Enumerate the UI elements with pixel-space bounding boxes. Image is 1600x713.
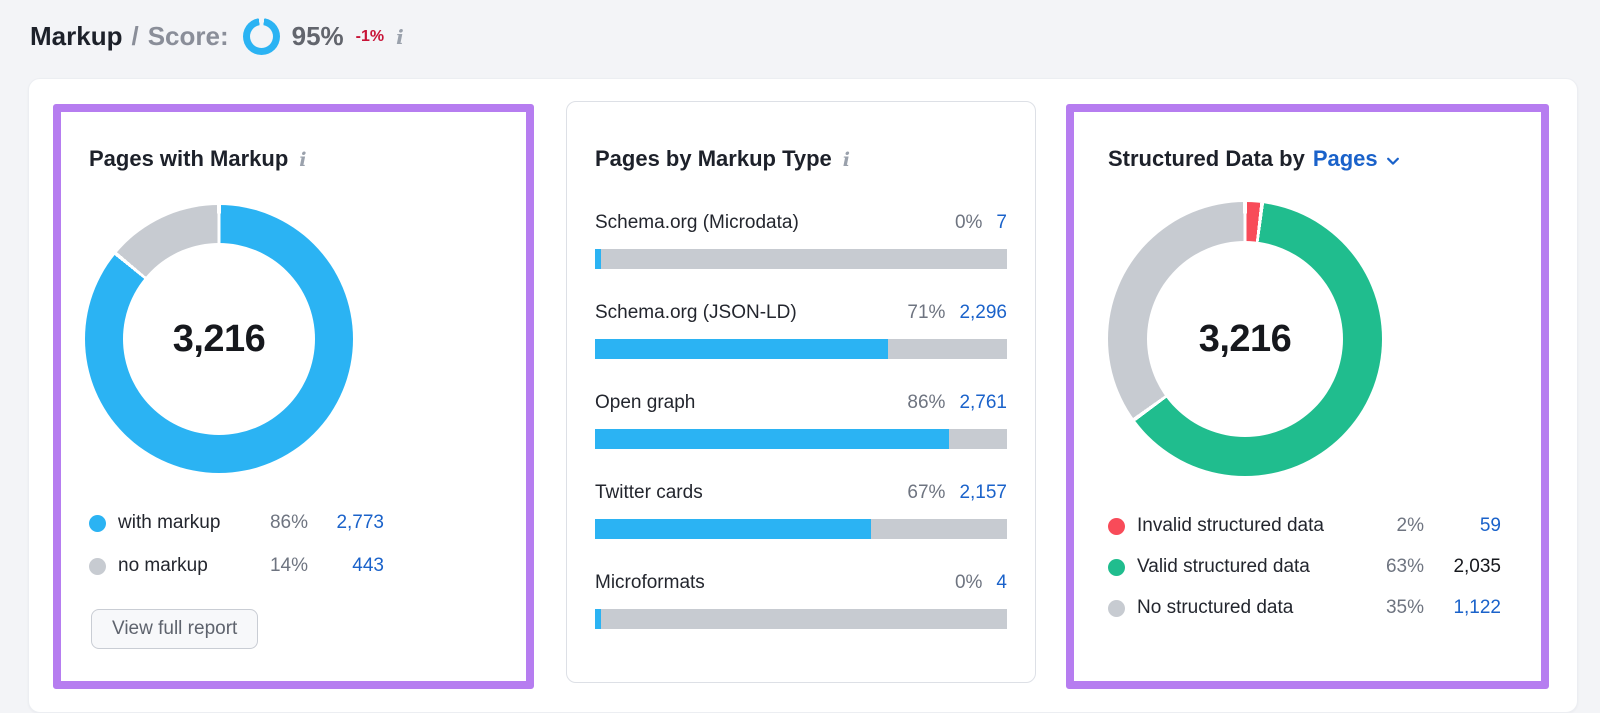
row-percent: 71% (907, 300, 945, 326)
score-value: 95% (292, 21, 344, 52)
legend-percent: 86% (262, 512, 308, 534)
card-title: Structured Data by (1108, 146, 1305, 172)
info-icon[interactable]: i (299, 151, 306, 170)
score-ring-icon (243, 18, 280, 55)
legend-value-link[interactable]: 59 (1424, 515, 1501, 537)
legend-percent: 63% (1368, 556, 1424, 578)
legend: with markup 86% 2,773 no markup 14% 443 (89, 510, 384, 596)
legend-item-invalid: Invalid structured data 2% 59 (1108, 513, 1501, 539)
legend-dot-blue (89, 515, 106, 532)
card-title: Pages by Markup Type (595, 146, 832, 172)
bar-fill (595, 429, 949, 449)
structured-data-donut-chart: 3,216 (1108, 202, 1382, 476)
legend-value-link[interactable]: 443 (308, 555, 384, 577)
legend-percent: 2% (1368, 515, 1424, 537)
markup-type-row-microdata: Schema.org (Microdata) 0% 7 (595, 210, 1007, 269)
row-label: Twitter cards (595, 480, 907, 506)
row-label: Schema.org (Microdata) (595, 210, 955, 236)
bar-fill (595, 519, 871, 539)
row-label: Schema.org (JSON-LD) (595, 300, 907, 326)
legend-label: Invalid structured data (1137, 515, 1368, 537)
total-pages-count: 3,216 (1108, 202, 1382, 476)
legend-label: Valid structured data (1137, 556, 1368, 578)
info-icon[interactable]: i (396, 27, 404, 47)
legend-value-link[interactable]: 1,122 (1424, 597, 1501, 619)
dropdown-selected-value[interactable]: Pages (1313, 146, 1378, 172)
report-panel: Pages with Markup i 3,216 with markup 86… (28, 78, 1578, 713)
info-icon[interactable]: i (843, 151, 850, 170)
legend-item-none: No structured data 35% 1,122 (1108, 595, 1501, 621)
chevron-down-icon (1385, 153, 1401, 169)
row-value-link[interactable]: 4 (996, 570, 1007, 596)
breadcrumb-separator: / (131, 21, 138, 52)
row-percent: 0% (955, 210, 982, 236)
legend-dot-gray (89, 558, 106, 575)
row-percent: 0% (955, 570, 982, 596)
markup-type-row-microformats: Microformats 0% 4 (595, 570, 1007, 629)
markup-type-rows: Schema.org (Microdata) 0% 7 Schema.org (… (595, 210, 1007, 629)
card-pages-by-markup-type: Pages by Markup Type i Schema.org (Micro… (566, 101, 1036, 683)
row-value-link[interactable]: 7 (996, 210, 1007, 236)
markup-type-row-twittercards: Twitter cards 67% 2,157 (595, 480, 1007, 539)
pages-dropdown[interactable]: Pages (1313, 146, 1401, 172)
legend-percent: 35% (1368, 597, 1424, 619)
legend-item-valid: Valid structured data 63% 2,035 (1108, 554, 1501, 580)
bar-track (595, 519, 1007, 539)
legend-item-with-markup: with markup 86% 2,773 (89, 510, 384, 536)
bar-track (595, 339, 1007, 359)
markup-type-row-opengraph: Open graph 86% 2,761 (595, 390, 1007, 449)
view-full-report-button[interactable]: View full report (91, 609, 258, 649)
legend-dot-red (1108, 518, 1125, 535)
legend-percent: 14% (262, 555, 308, 577)
bar-track (595, 429, 1007, 449)
row-percent: 86% (907, 390, 945, 416)
legend: Invalid structured data 2% 59 Valid stru… (1108, 513, 1501, 636)
legend-dot-green (1108, 559, 1125, 576)
total-pages-count: 3,216 (85, 205, 353, 473)
legend-label: with markup (118, 512, 262, 534)
legend-label: no markup (118, 555, 262, 577)
legend-label: No structured data (1137, 597, 1368, 619)
row-value-link[interactable]: 2,157 (959, 480, 1007, 506)
page-header: Markup / Score: 95% -1% i (30, 14, 404, 58)
bar-fill (595, 249, 601, 269)
legend-dot-gray (1108, 600, 1125, 617)
page-title: Markup (30, 21, 122, 52)
score-delta: -1% (356, 28, 384, 46)
legend-item-no-markup: no markup 14% 443 (89, 553, 384, 579)
pages-with-markup-donut-chart: 3,216 (85, 205, 353, 473)
bar-track (595, 609, 1007, 629)
score-label: Score: (148, 21, 229, 52)
card-structured-data: Structured Data by Pages 3,216 Invalid s… (1066, 104, 1549, 689)
row-label: Open graph (595, 390, 907, 416)
row-value-link[interactable]: 2,296 (959, 300, 1007, 326)
card-title: Pages with Markup (89, 146, 288, 172)
bar-fill (595, 339, 888, 359)
row-value-link[interactable]: 2,761 (959, 390, 1007, 416)
bar-track (595, 249, 1007, 269)
legend-value-link[interactable]: 2,773 (308, 512, 384, 534)
row-percent: 67% (907, 480, 945, 506)
card-pages-with-markup: Pages with Markup i 3,216 with markup 86… (53, 104, 534, 689)
legend-value: 2,035 (1424, 556, 1501, 578)
bar-fill (595, 609, 601, 629)
markup-type-row-jsonld: Schema.org (JSON-LD) 71% 2,296 (595, 300, 1007, 359)
row-label: Microformats (595, 570, 955, 596)
